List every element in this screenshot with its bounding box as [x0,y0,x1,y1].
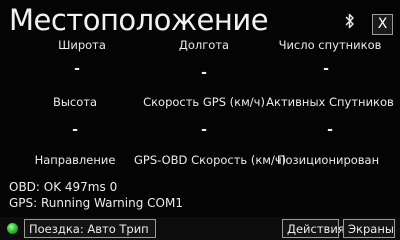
heading-label: Направление [34,153,116,167]
location-screen: Местоположение X Широта - Долгота - Числ… [0,0,400,240]
bluetooth-icon [345,13,354,29]
longitude-label: Долгота [178,38,230,52]
gps-status: GPS: Running Warning COM1 [9,196,183,210]
positioned-label: Позиционирован [276,153,380,167]
gps-speed-label: Скорость GPS (км/ч) [143,95,265,109]
actions-button[interactable]: Действия [282,219,345,238]
gps-speed-value: - [201,122,207,138]
satellites-count-label: Число спутников [278,38,382,52]
altitude-label: Высота [52,95,98,109]
satellites-count-value: - [323,61,329,77]
connection-indicator-icon [7,223,18,234]
trip-button[interactable]: Поездка: Авто Трип [24,219,156,238]
screens-button[interactable]: Экраны [343,219,395,238]
page-title: Местоположение [9,3,269,37]
close-button[interactable]: X [372,14,393,35]
active-satellites-label: Активных Спутников [266,95,394,109]
latitude-label: Широта [58,38,106,52]
active-satellites-value: - [327,122,333,138]
altitude-value: - [72,122,78,138]
gps-obd-speed-label: GPS-OBD Скорость (км/ч) [134,153,287,167]
longitude-value: - [201,65,207,81]
obd-status: OBD: OK 497ms 0 [9,180,118,194]
latitude-value: - [74,61,80,77]
